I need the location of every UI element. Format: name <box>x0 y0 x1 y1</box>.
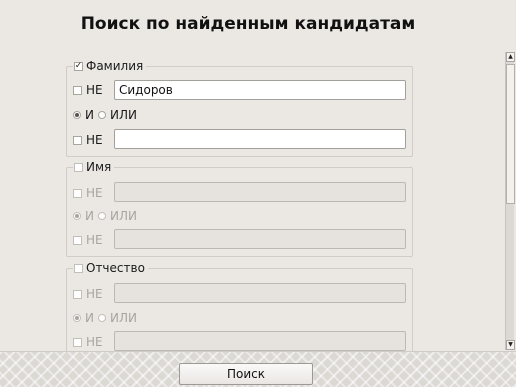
patronymic-and-label: И <box>85 311 94 325</box>
patronymic-field-2[interactable] <box>114 331 406 351</box>
first-name-not-label-2: НЕ <box>86 233 103 247</box>
first-name-and-label: И <box>85 209 94 223</box>
vertical-scrollbar[interactable]: ▲ ▼ <box>505 52 515 350</box>
surname-field-2[interactable] <box>114 129 406 149</box>
surname-field-1[interactable] <box>114 80 406 100</box>
group-first-name: Имя НЕ И ИЛИ НЕ <box>66 160 413 257</box>
first-name-not-row-1: НЕ <box>73 186 103 200</box>
group-surname-checkbox[interactable]: ✓ <box>74 61 83 71</box>
group-surname-legend[interactable]: ✓ Фамилия <box>73 59 147 73</box>
patronymic-logic-row: И ИЛИ <box>73 311 137 325</box>
surname-or-radio[interactable] <box>97 111 106 119</box>
patronymic-or-label: ИЛИ <box>109 311 137 325</box>
surname-not-label-1: НЕ <box>86 83 103 97</box>
surname-and-label: И <box>85 108 94 122</box>
patronymic-not-checkbox-1[interactable] <box>73 289 82 299</box>
surname-or-label: ИЛИ <box>109 108 137 122</box>
group-first-name-checkbox[interactable] <box>74 162 83 172</box>
group-first-name-legend[interactable]: Имя <box>73 160 115 174</box>
patronymic-not-label-2: НЕ <box>86 335 103 349</box>
patronymic-not-row-1: НЕ <box>73 287 103 301</box>
surname-not-label-2: НЕ <box>86 133 103 147</box>
search-button[interactable]: Поиск <box>179 363 313 385</box>
arrow-down-icon[interactable]: ▼ <box>506 340 515 350</box>
first-name-not-row-2: НЕ <box>73 233 103 247</box>
group-first-name-label: Имя <box>86 160 112 174</box>
first-name-not-checkbox-2[interactable] <box>73 235 82 245</box>
patronymic-and-radio[interactable] <box>73 314 81 322</box>
patronymic-not-checkbox-2[interactable] <box>73 337 82 347</box>
first-name-and-radio[interactable] <box>73 212 81 220</box>
surname-logic-row: И ИЛИ <box>73 108 137 122</box>
first-name-field-1[interactable] <box>114 182 406 202</box>
first-name-or-label: ИЛИ <box>109 209 137 223</box>
first-name-or-radio[interactable] <box>97 212 106 220</box>
surname-not-row-2: НЕ <box>73 133 103 147</box>
first-name-field-2[interactable] <box>114 229 406 249</box>
patronymic-or-radio[interactable] <box>97 314 106 322</box>
group-patronymic-legend[interactable]: Отчество <box>73 261 148 275</box>
group-surname: ✓ Фамилия НЕ И ИЛИ НЕ <box>66 59 413 157</box>
surname-not-checkbox-1[interactable] <box>73 85 82 95</box>
group-surname-label: Фамилия <box>86 59 144 73</box>
surname-not-row-1: НЕ <box>73 83 103 97</box>
first-name-not-checkbox-1[interactable] <box>73 188 82 198</box>
surname-not-checkbox-2[interactable] <box>73 135 82 145</box>
surname-and-radio[interactable] <box>73 111 81 119</box>
first-name-not-label-1: НЕ <box>86 186 103 200</box>
group-patronymic-label: Отчество <box>86 261 145 275</box>
patronymic-not-row-2: НЕ <box>73 335 103 349</box>
first-name-logic-row: И ИЛИ <box>73 209 137 223</box>
patronymic-field-1[interactable] <box>114 283 406 303</box>
scroll-thumb[interactable] <box>506 64 515 204</box>
patronymic-not-label-1: НЕ <box>86 287 103 301</box>
arrow-up-icon[interactable]: ▲ <box>506 52 515 62</box>
group-patronymic-checkbox[interactable] <box>74 263 83 273</box>
group-patronymic: Отчество НЕ И ИЛИ НЕ <box>66 261 413 358</box>
page-title: Поиск по найденным кандидатам <box>80 14 416 34</box>
